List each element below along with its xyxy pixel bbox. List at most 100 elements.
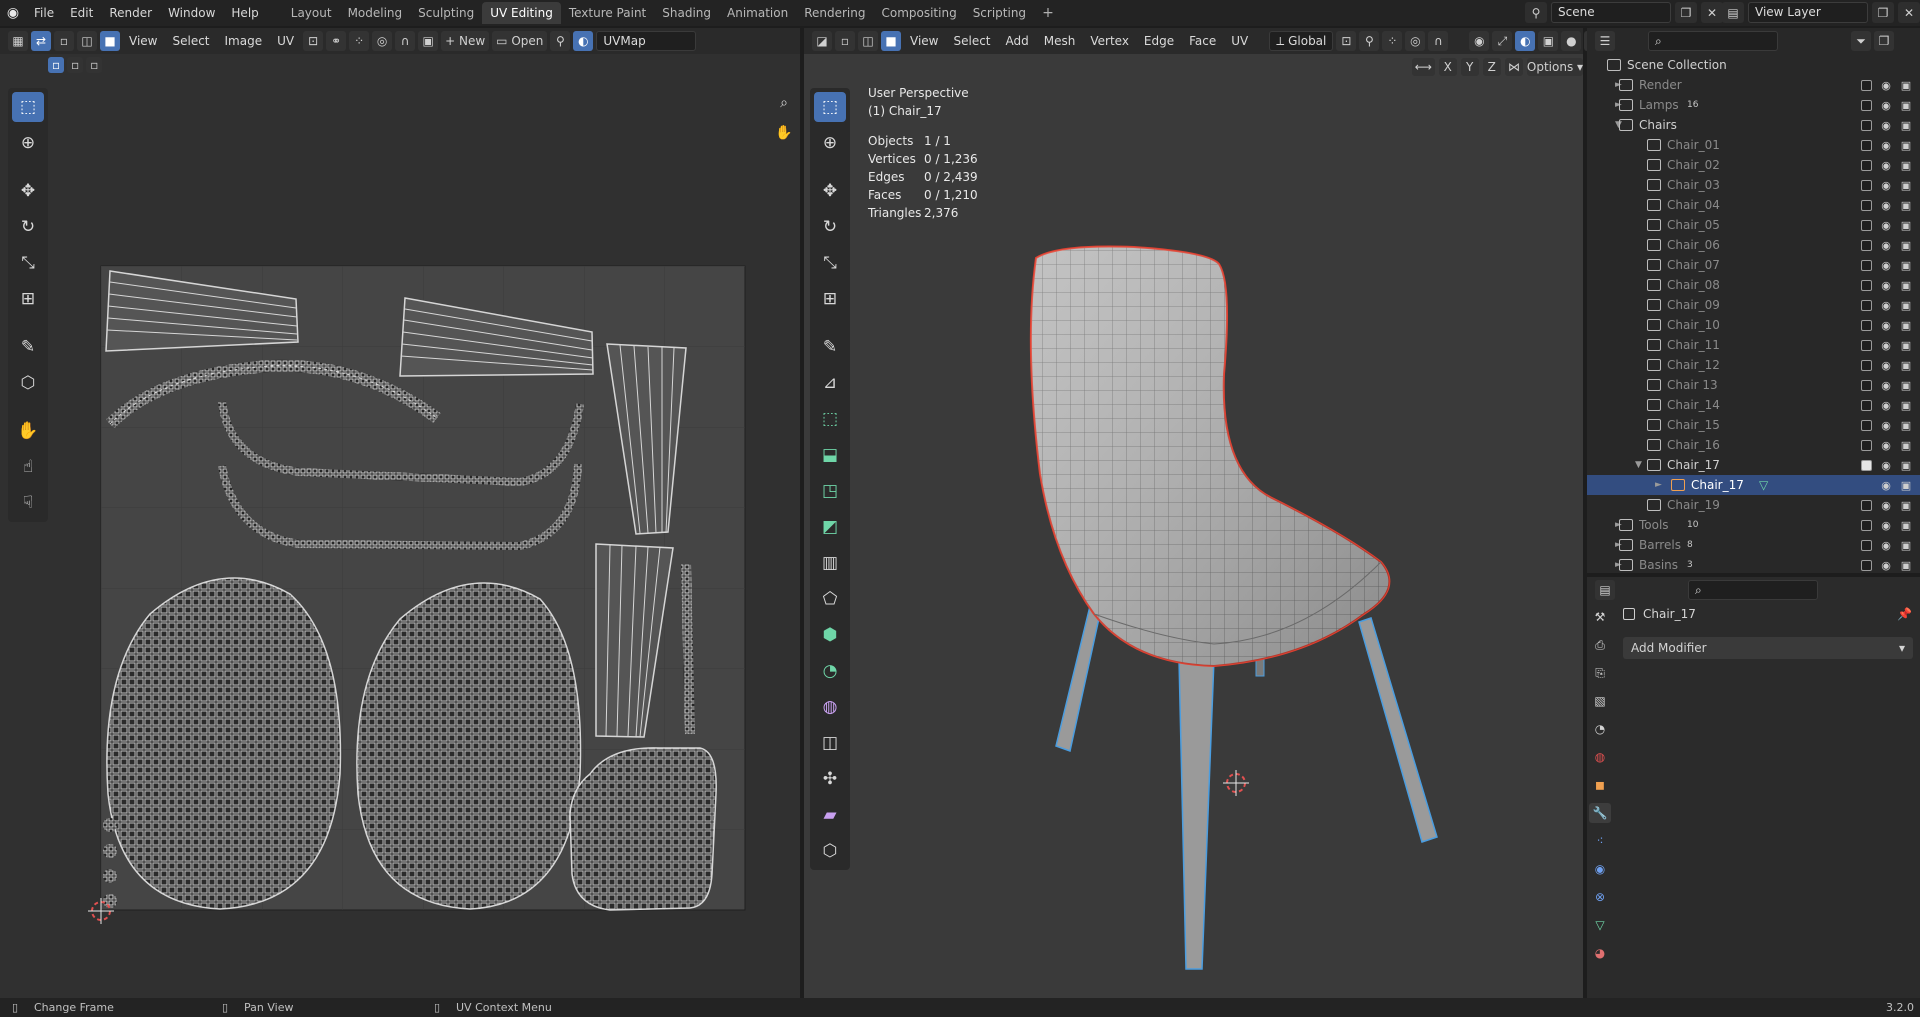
camera-icon[interactable]: ▣ [1900,239,1912,252]
3d-viewport[interactable]: ◪ ▫ ◫ ■ View Select Add Mesh Vertex Edge… [804,28,1628,998]
eye-icon[interactable]: ◉ [1880,379,1892,392]
outliner-item[interactable]: Chair_09 ◉ ▣ [1587,295,1920,315]
editor-type-icon[interactable]: ▦ [8,31,28,51]
exclude-checkbox[interactable] [1861,299,1872,311]
physics-tab-icon[interactable]: ◉ [1589,859,1611,879]
eye-icon[interactable]: ◉ [1880,479,1892,492]
new-scene-icon[interactable]: ❐ [1675,2,1697,23]
exclude-checkbox[interactable] [1861,439,1872,451]
outliner-collection[interactable]: ► Tools 10 ◉ ▣ [1587,515,1920,535]
solid-shading-icon[interactable]: ● [1561,31,1582,51]
camera-icon[interactable]: ▣ [1900,179,1912,192]
tab-animation[interactable]: Animation [719,2,796,24]
outliner-item[interactable]: Chair_05 ◉ ▣ [1587,215,1920,235]
outliner-item[interactable]: Chair_06 ◉ ▣ [1587,235,1920,255]
properties-editor[interactable]: ▤ ⌕ ⚒ ⎙ ⎘ ▧ ◔ ◍ ◼ 🔧 ⁖ ◉ ⊗ ▽ ◕ Chair_17 📌… [1587,577,1920,998]
exclude-checkbox[interactable] [1861,139,1872,151]
menu-help[interactable]: Help [223,0,266,26]
outliner-root[interactable]: Scene Collection [1587,55,1920,75]
material-tab-icon[interactable]: ◕ [1589,943,1611,963]
outliner-item[interactable]: Chair_10 ◉ ▣ [1587,315,1920,335]
eye-icon[interactable]: ◉ [1880,119,1892,132]
uv-canvas[interactable] [0,54,800,998]
properties-search-input[interactable]: ⌕ [1688,580,1818,600]
camera-icon[interactable]: ▣ [1900,99,1912,112]
constraints-tab-icon[interactable]: ⊗ [1589,887,1611,907]
add-workspace-button[interactable]: + [1034,5,1062,21]
new-collection-icon[interactable]: ❐ [1874,31,1894,51]
camera-icon[interactable]: ▣ [1900,499,1912,512]
exclude-checkbox[interactable] [1861,559,1872,571]
outliner-item[interactable]: Chair_07 ◉ ▣ [1587,255,1920,275]
eye-icon[interactable]: ◉ [1880,79,1892,92]
scene-tab-icon[interactable]: ◔ [1589,719,1611,739]
exclude-checkbox[interactable] [1861,419,1872,431]
particles-tab-icon[interactable]: ⁖ [1589,831,1611,851]
camera-icon[interactable]: ▣ [1900,299,1912,312]
tab-rendering[interactable]: Rendering [796,2,873,24]
eye-icon[interactable]: ◉ [1880,419,1892,432]
exclude-checkbox[interactable] [1861,279,1872,291]
data-tab-icon[interactable]: ▽ [1589,915,1611,935]
outliner-collection[interactable]: ► Basins 3 ◉ ▣ [1587,555,1920,575]
tab-sculpting[interactable]: Sculpting [410,2,482,24]
tab-layout[interactable]: Layout [283,2,340,24]
uv-menu-select[interactable]: Select [166,34,215,48]
output-tab-icon[interactable]: ⎘ [1589,663,1611,683]
uv-sync-island-icon[interactable]: ⚭ [326,31,347,51]
camera-icon[interactable]: ▣ [1900,419,1912,432]
outliner-item[interactable]: Chair_08 ◉ ▣ [1587,275,1920,295]
outliner-collection[interactable]: ► Render ◉ ▣ [1587,75,1920,95]
face-mode-icon[interactable]: ■ [881,31,901,51]
camera-icon[interactable]: ▣ [1900,439,1912,452]
exclude-checkbox[interactable] [1861,199,1872,211]
camera-icon[interactable]: ▣ [1900,379,1912,392]
gizmo-icon[interactable]: ⤢ [1492,31,1513,51]
view-layer-tab-icon[interactable]: ▧ [1589,691,1611,711]
vertex-select-icon[interactable]: ▫ [54,31,74,51]
camera-icon[interactable]: ▣ [1900,199,1912,212]
eye-icon[interactable]: ◉ [1880,199,1892,212]
menu-render[interactable]: Render [101,0,160,26]
outliner-item[interactable]: ► Chair_17 ▽ ◉ ▣ [1587,475,1920,495]
eye-icon[interactable]: ◉ [1880,279,1892,292]
camera-icon[interactable]: ▣ [1900,339,1912,352]
vp-menu-view[interactable]: View [904,34,944,48]
filter-icon[interactable]: ⏷ [1851,31,1871,51]
exclude-checkbox[interactable] [1861,459,1872,471]
vp-menu-add[interactable]: Add [1000,34,1035,48]
collapsed-arrow-icon[interactable]: ► [1655,480,1662,490]
exclude-checkbox[interactable] [1861,79,1872,91]
eye-icon[interactable]: ◉ [1880,159,1892,172]
camera-icon[interactable]: ▣ [1900,399,1912,412]
camera-icon[interactable]: ▣ [1900,219,1912,232]
menu-edit[interactable]: Edit [62,0,101,26]
exclude-checkbox[interactable] [1861,99,1872,111]
eye-icon[interactable]: ◉ [1880,339,1892,352]
outliner-search-input[interactable]: ⌕ [1648,31,1778,51]
edge-select-icon[interactable]: ◫ [77,31,97,51]
camera-icon[interactable]: ▣ [1900,459,1912,472]
outliner-item[interactable]: Chair_12 ◉ ▣ [1587,355,1920,375]
eye-icon[interactable]: ◉ [1880,359,1892,372]
camera-icon[interactable]: ▣ [1900,559,1912,572]
open-image-button[interactable]: ▭ Open [492,31,548,51]
camera-icon[interactable]: ▣ [1900,259,1912,272]
vp-menu-select[interactable]: Select [947,34,996,48]
properties-type-icon[interactable]: ▤ [1595,580,1615,600]
render-tab-icon[interactable]: ⎙ [1589,635,1611,655]
world-tab-icon[interactable]: ◍ [1589,747,1611,767]
scene-field[interactable]: Scene [1551,2,1671,23]
exclude-checkbox[interactable] [1861,499,1872,511]
vp-snap-icon[interactable]: ⚲ [1359,31,1380,51]
outliner-item[interactable]: Chair_16 ◉ ▣ [1587,435,1920,455]
mesh-data-icon[interactable]: ▽ [1759,478,1768,492]
outliner-collection[interactable]: ► Barrels 8 ◉ ▣ [1587,535,1920,555]
edge-mode-icon[interactable]: ◫ [858,31,878,51]
tab-texture-paint[interactable]: Texture Paint [561,2,654,24]
vp-pivot-icon[interactable]: ⊡ [1336,31,1357,51]
vp-falloff-icon[interactable]: ∩ [1428,31,1449,51]
new-view-layer-icon[interactable]: ❐ [1872,2,1894,23]
vp-menu-uv[interactable]: UV [1225,34,1254,48]
eye-icon[interactable]: ◉ [1880,399,1892,412]
